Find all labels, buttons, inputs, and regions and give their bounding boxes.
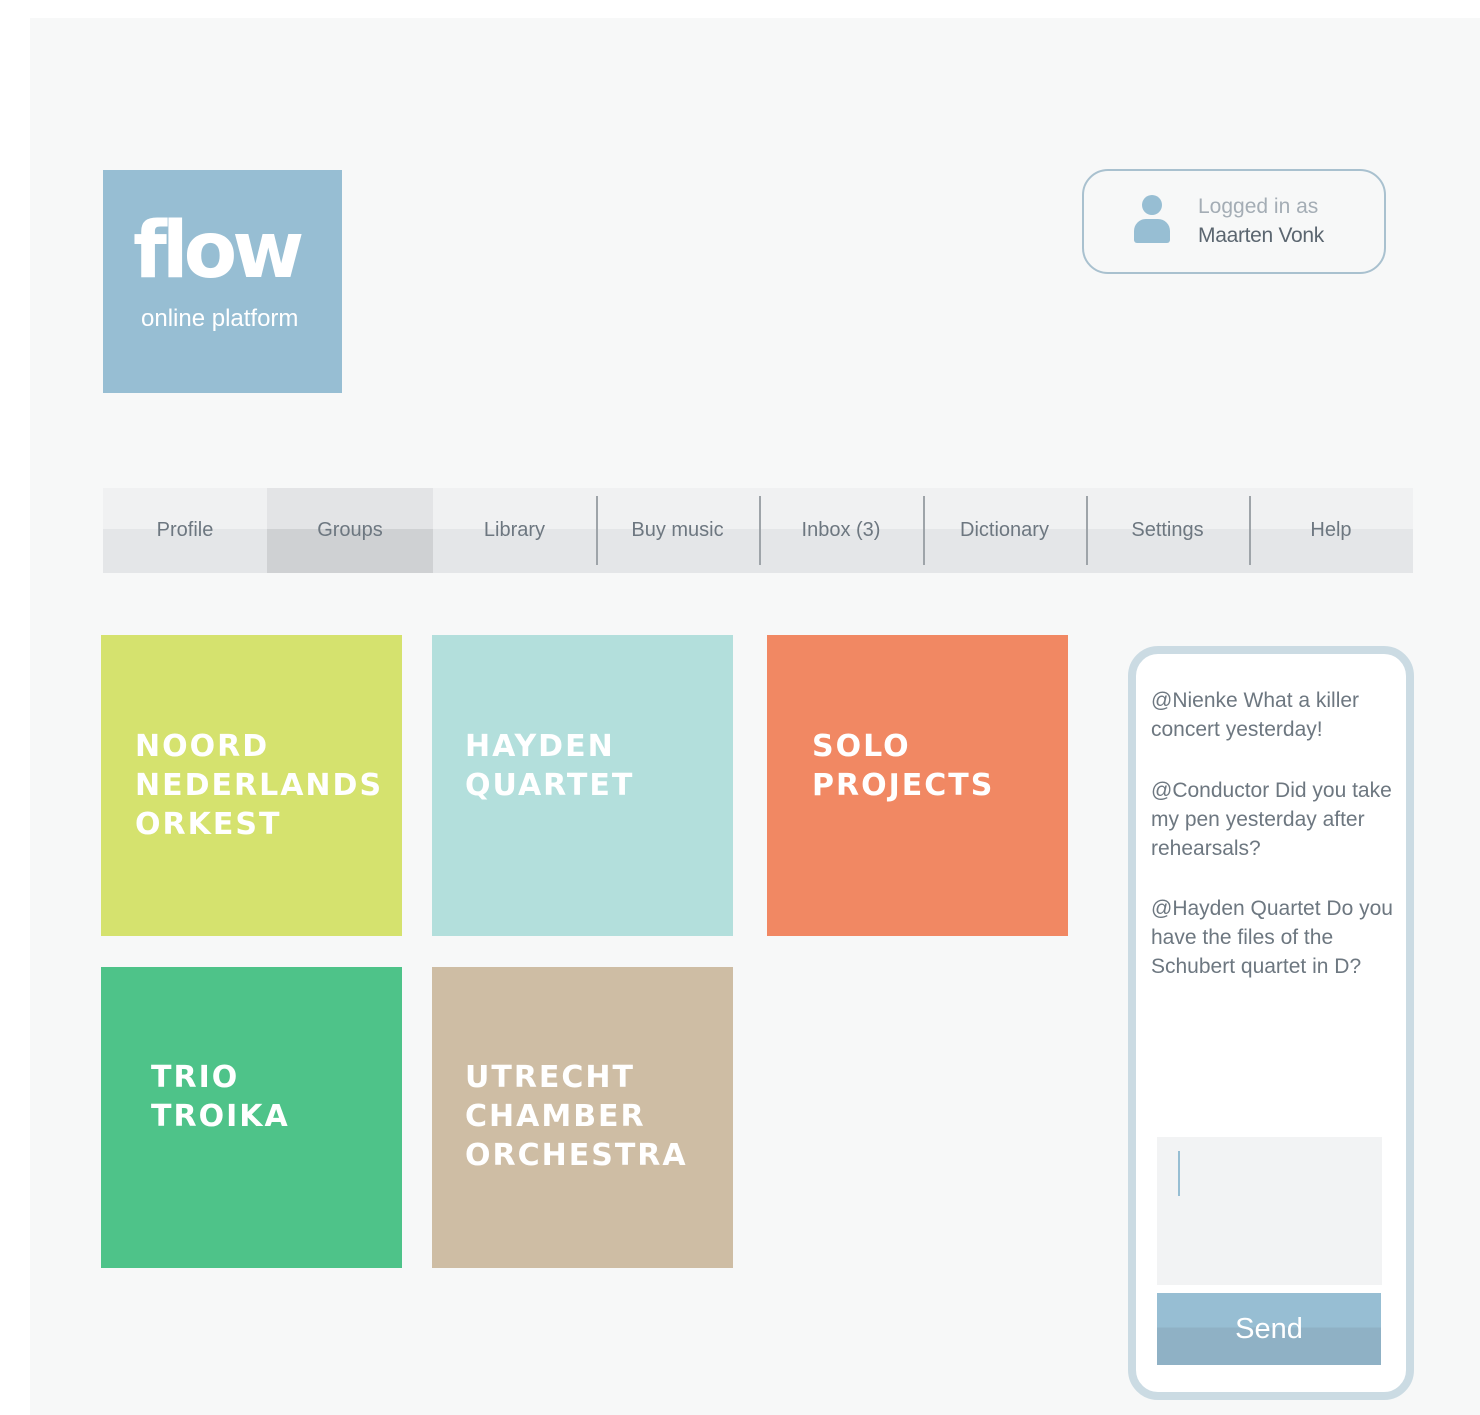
text-caret [1178, 1151, 1180, 1196]
tab-inbox[interactable]: Inbox (3) [759, 488, 923, 573]
send-button[interactable]: Send [1157, 1293, 1381, 1365]
login-username: Maarten Vonk [1198, 224, 1324, 247]
chat-message: @Conductor Did you take my pen yesterday… [1151, 779, 1392, 860]
tab-groups[interactable]: Groups [267, 488, 433, 573]
tab-settings[interactable]: Settings [1086, 488, 1249, 573]
tab-settings-label: Settings [1131, 519, 1204, 541]
chat-message: @Nienke What a killer concert yesterday! [1151, 689, 1360, 741]
login-status[interactable]: Logged in as Maarten Vonk [1082, 169, 1386, 274]
tab-help-label: Help [1310, 519, 1352, 541]
tab-buy-music-label: Buy music [631, 519, 724, 541]
group-tile-label: NOORD NEDERLANDS ORKEST [135, 729, 384, 842]
tab-dictionary-label: Dictionary [960, 519, 1049, 541]
group-tile-label: SOLO PROJECTS [812, 729, 995, 803]
user-icon [1132, 195, 1172, 247]
logo-wordmark: flow [133, 206, 304, 296]
nav-divider [596, 496, 598, 565]
chat-panel: @Nienke What a killer concert yesterday!… [1128, 646, 1414, 1400]
nav-divider [923, 496, 925, 565]
group-tile-trio-troika[interactable]: TRIO TROIKA [101, 967, 402, 1268]
chat-message: @Hayden Quartet Do you have the files of… [1151, 897, 1393, 978]
flow-logo[interactable]: flow online platform [103, 170, 342, 393]
group-tile-label: HAYDEN QUARTET [465, 729, 635, 803]
tab-help[interactable]: Help [1249, 488, 1413, 573]
group-tile-solo-projects[interactable]: SOLO PROJECTS [767, 635, 1068, 936]
tab-inbox-label: Inbox (3) [801, 519, 881, 541]
tab-library[interactable]: Library [433, 488, 596, 573]
group-tile-hayden-quartet[interactable]: HAYDEN QUARTET [432, 635, 733, 936]
group-tile-label: TRIO TROIKA [151, 1060, 290, 1134]
nav-divider [1249, 496, 1251, 565]
logo-tagline: online platform [141, 305, 299, 332]
tab-dictionary[interactable]: Dictionary [923, 488, 1086, 573]
group-tile-utrecht-chamber-orchestra[interactable]: UTRECHT CHAMBER ORCHESTRA [432, 967, 733, 1268]
tab-profile[interactable]: Profile [103, 488, 267, 573]
group-tile-noord-nederlands-orkest[interactable]: NOORD NEDERLANDS ORKEST [101, 635, 402, 936]
main-nav: Profile Groups Library Buy music Inbox (… [103, 488, 1413, 573]
login-label: Logged in as [1198, 195, 1319, 218]
group-tile-label: UTRECHT CHAMBER ORCHESTRA [465, 1060, 688, 1173]
nav-divider [1086, 496, 1088, 565]
chat-message-input[interactable] [1157, 1137, 1382, 1285]
nav-divider [759, 496, 761, 565]
tab-buy-music[interactable]: Buy music [596, 488, 759, 573]
